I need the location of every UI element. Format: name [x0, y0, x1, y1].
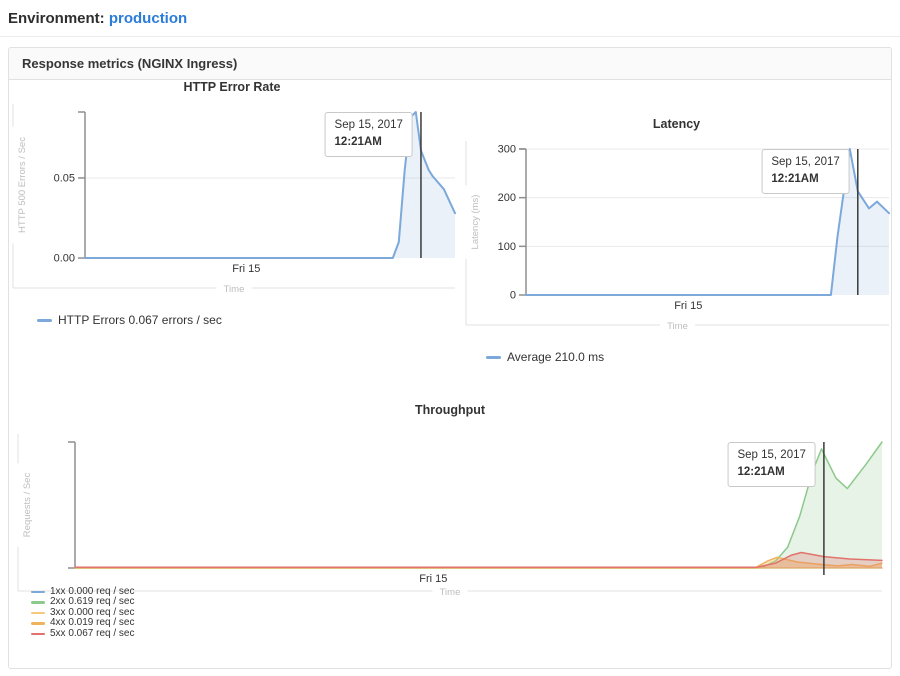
page-heading: Environment: production [8, 10, 892, 27]
legend-item: 5xx 0.067 req / sec [31, 629, 135, 639]
x-tick-label: Fri 15 [232, 263, 260, 275]
x-axis-label: Time [224, 284, 245, 295]
y-tick-label: 0 [510, 290, 516, 302]
tooltip-time: 12:21AM [737, 464, 805, 481]
legend-marker-http-errors [37, 319, 52, 322]
y-axis-label: Latency (ms) [470, 195, 481, 250]
chart-tooltip: Sep 15, 201712:21AM [325, 112, 413, 157]
legend-marker-average [486, 356, 501, 359]
x-axis-label: Time [440, 587, 461, 598]
legend-item: 4xx 0.019 req / sec [31, 618, 135, 628]
y-axis-label: Requests / Sec [22, 473, 33, 538]
x-tick-label: Fri 15 [674, 300, 702, 312]
y-axis-label: HTTP 500 Errors / Sec [17, 137, 28, 233]
http-error-rate-title: HTTP Error Rate [9, 80, 455, 94]
x-axis-label: Time [667, 321, 688, 332]
throughput-title: Throughput [9, 403, 891, 417]
tooltip-date: Sep 15, 2017 [737, 447, 805, 464]
tooltip-time: 12:21AM [335, 134, 403, 151]
y-tick-label: 200 [498, 192, 516, 204]
y-tick-label: 100 [498, 241, 516, 253]
page: Environment: production Response metrics… [0, 10, 900, 669]
tooltip-date: Sep 15, 2017 [771, 154, 839, 171]
y-tick-label: 300 [498, 144, 516, 156]
tooltip-time: 12:21AM [771, 171, 839, 188]
chart-tooltip: Sep 15, 201712:21AM [727, 442, 815, 487]
legend-marker-2xx [31, 601, 45, 604]
chart-legend: 1xx 0.000 req / sec2xx 0.619 req / sec3x… [31, 587, 135, 639]
latency-chart: Latency Latency (ms) Time 0 100 200 300 Fri 15 S… [462, 117, 891, 373]
environment-label: Environment: [8, 10, 105, 27]
y-tick-label: 0.00 [54, 253, 75, 265]
panel-body: HTTP Error Rate HTTP 500 Errors / Sec Time… [9, 80, 891, 669]
legend-item: Average 210.0 ms [486, 350, 604, 364]
y-tick-label: 0.05 [54, 172, 75, 184]
x-tick-label: Fri 15 [419, 573, 447, 585]
chart-legend: HTTP Errors 0.067 errors / sec [37, 313, 222, 327]
legend-marker-1xx [31, 591, 45, 594]
panel-header: Response metrics (NGINX Ingress) [9, 48, 891, 80]
legend-marker-4xx [31, 622, 45, 625]
tooltip-date: Sep 15, 2017 [335, 117, 403, 134]
legend-marker-3xx [31, 612, 45, 615]
chart-legend: Average 210.0 ms [486, 350, 604, 364]
metrics-panel: Response metrics (NGINX Ingress) HTTP Er… [8, 47, 892, 669]
legend-marker-5xx [31, 633, 45, 636]
divider [0, 36, 900, 37]
throughput-chart: Throughput Requests / Sec Time Fri 15 Sep 15… [9, 403, 891, 647]
chart-tooltip: Sep 15, 201712:21AM [761, 149, 849, 194]
legend-label: Average 210.0 ms [507, 350, 604, 364]
http-error-rate-chart: HTTP Error Rate HTTP 500 Errors / Sec Time… [9, 80, 455, 336]
legend-label: 5xx 0.067 req / sec [50, 629, 135, 639]
environment-link[interactable]: production [109, 10, 187, 27]
latency-title: Latency [462, 117, 891, 131]
panel-title: Response metrics (NGINX Ingress) [22, 56, 237, 71]
legend-item: HTTP Errors 0.067 errors / sec [37, 313, 222, 327]
legend-label: HTTP Errors 0.067 errors / sec [58, 313, 222, 327]
